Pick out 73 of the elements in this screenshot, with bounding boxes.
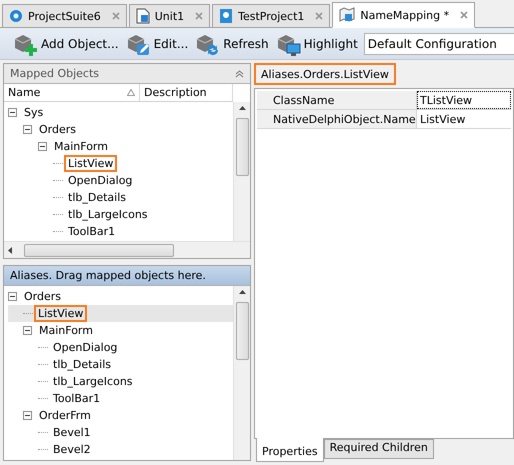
document-tab[interactable]: TestProject1 xyxy=(212,4,330,27)
tree-item[interactable]: ToolBar1 xyxy=(64,223,120,240)
sort-icon[interactable] xyxy=(127,89,135,96)
document-tab[interactable]: ProjectSuite6 xyxy=(2,4,127,27)
property-name: NativeDelphiObject.Name xyxy=(257,110,417,128)
collapse-icon[interactable] xyxy=(8,108,17,117)
toolbar-button[interactable]: Add Object... xyxy=(12,32,119,56)
vertical-scrollbar[interactable] xyxy=(233,102,250,241)
collapse-icon[interactable] xyxy=(23,125,32,134)
configuration-field[interactable]: Default Configuration xyxy=(364,32,514,54)
close-icon[interactable] xyxy=(460,11,468,19)
tree-item[interactable]: OpenDialog xyxy=(8,339,233,356)
tree-item[interactable]: ToolBar1 xyxy=(8,390,233,407)
tree-item[interactable]: Sys xyxy=(20,104,48,121)
column-header[interactable]: Description xyxy=(140,84,233,101)
tree-item[interactable]: MainForm xyxy=(8,322,233,339)
suite-icon xyxy=(9,9,23,23)
property-value[interactable]: ListView xyxy=(417,110,511,128)
tree-item[interactable]: tlb_Details xyxy=(8,356,233,373)
collapse-icon[interactable] xyxy=(23,326,32,335)
collapse-icon[interactable] xyxy=(8,292,17,301)
tree-label: ToolBar1 xyxy=(52,391,102,407)
tree-item[interactable]: ListView xyxy=(64,155,118,172)
vertical-scrollbar[interactable] xyxy=(233,286,250,460)
panel-tab[interactable]: Required Children xyxy=(324,439,434,459)
collapse-panel-icon[interactable] xyxy=(235,70,244,78)
tree-label: tlb_LargeIcons xyxy=(52,374,134,390)
tree-item[interactable]: ListView xyxy=(8,305,233,322)
scroll-up-icon[interactable] xyxy=(238,290,246,294)
tree-label: Orders xyxy=(23,289,62,305)
close-icon[interactable] xyxy=(315,12,324,20)
tree-label: Bevel2 xyxy=(52,442,92,458)
close-icon[interactable] xyxy=(112,12,120,20)
tree-item[interactable]: Orders xyxy=(8,288,233,305)
document-tab[interactable]: Unit1 xyxy=(128,4,210,27)
tree-item[interactable]: Bevel2 xyxy=(8,441,233,458)
document-tab[interactable]: NameMapping * xyxy=(332,2,476,28)
horizontal-scrollbar[interactable] xyxy=(4,241,250,258)
scroll-left-icon[interactable] xyxy=(8,246,12,254)
tree-label: ListView xyxy=(34,305,88,322)
toolbar-button[interactable]: Edit... xyxy=(124,32,188,56)
tree-item[interactable]: Bevel1 xyxy=(8,424,233,441)
tree-label: MainForm xyxy=(38,323,94,339)
scroll-thumb[interactable] xyxy=(24,244,174,256)
toolbar-button[interactable]: Refresh xyxy=(194,32,269,56)
close-icon[interactable] xyxy=(195,12,204,20)
tree-label: Bevel1 xyxy=(52,425,92,441)
project-icon xyxy=(219,8,234,24)
toolbar-button[interactable]: Highlight xyxy=(274,32,358,56)
tree-item[interactable]: tlb_LargeIcons xyxy=(64,206,152,223)
property-name: ClassName xyxy=(257,91,417,109)
tree-label: OrderFrm xyxy=(38,408,92,424)
tree-item[interactable]: tlb_Details xyxy=(64,189,130,206)
tree-label: OpenDialog xyxy=(52,340,118,356)
property-value[interactable]: TListView xyxy=(417,91,511,109)
tree-item[interactable]: OpenDialog xyxy=(64,172,136,189)
tree-item[interactable]: tlb_LargeIcons xyxy=(8,373,233,390)
document-icon xyxy=(136,8,150,24)
panel-tab[interactable]: Properties xyxy=(256,438,324,462)
tree-label: tlb_Details xyxy=(52,357,112,373)
tree-item[interactable]: MainForm xyxy=(50,138,112,155)
scroll-up-icon[interactable] xyxy=(238,106,246,110)
tree-item[interactable]: OrderFrm xyxy=(8,407,233,424)
tree-item[interactable]: Orders xyxy=(35,121,80,138)
map-cube-icon xyxy=(339,7,356,23)
scroll-thumb[interactable] xyxy=(236,302,248,360)
object-path: Aliases.Orders.ListView xyxy=(254,63,396,85)
collapse-icon[interactable] xyxy=(38,142,47,151)
panel-title: Aliases. Drag mapped objects here. xyxy=(10,269,206,282)
column-header[interactable]: Name xyxy=(4,84,140,101)
scroll-thumb[interactable] xyxy=(236,118,248,176)
collapse-icon[interactable] xyxy=(23,411,32,420)
panel-title: Mapped Objects xyxy=(10,67,99,80)
